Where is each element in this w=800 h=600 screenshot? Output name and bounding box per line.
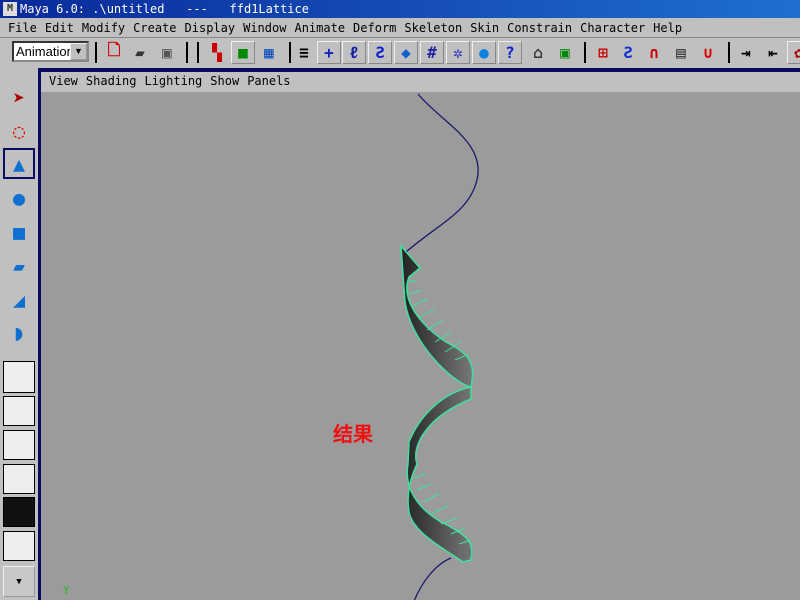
viewport-canvas[interactable]: Y 结果 bbox=[41, 92, 800, 600]
result-annotation: 结果 bbox=[333, 422, 373, 446]
lock-icon[interactable]: ⌂ bbox=[526, 41, 550, 64]
menu-skeleton[interactable]: Skeleton bbox=[400, 18, 466, 37]
panel-menu-show[interactable]: Show bbox=[206, 72, 243, 90]
persp-graph-layout-button[interactable] bbox=[3, 464, 35, 494]
lattice-icon[interactable]: # bbox=[420, 41, 444, 64]
window-title: Maya 6.0: .\untitled --- ffd1Lattice bbox=[20, 2, 309, 16]
hypergraph-persp-layout-button[interactable] bbox=[3, 497, 35, 527]
four-pane-layout-button[interactable] bbox=[3, 396, 35, 426]
menu-animate[interactable]: Animate bbox=[290, 18, 349, 37]
move-tool-icon[interactable]: ▲ bbox=[3, 148, 35, 179]
scale-tool-icon[interactable]: ■ bbox=[3, 216, 35, 247]
menu-character[interactable]: Character bbox=[576, 18, 649, 37]
snap-live-icon[interactable]: ∪ bbox=[696, 41, 720, 64]
panel-menu-lighting[interactable]: Lighting bbox=[140, 72, 206, 90]
panel-menu-view[interactable]: View bbox=[45, 72, 82, 90]
snap-point-icon[interactable]: ∩ bbox=[642, 41, 666, 64]
manipulator-icon[interactable]: ▰ bbox=[3, 250, 35, 281]
panel-menu-bar: View Shading Lighting Show Panels bbox=[41, 72, 800, 90]
input-icon[interactable]: ⇥ bbox=[734, 41, 758, 64]
custom-layout-button[interactable] bbox=[3, 531, 35, 561]
select-component-icon[interactable]: ▦ bbox=[257, 41, 281, 64]
snap-plane-icon[interactable]: ▤ bbox=[669, 41, 693, 64]
open-scene-icon[interactable]: ▰ bbox=[128, 41, 152, 64]
single-pane-layout-button[interactable] bbox=[3, 361, 35, 393]
divider bbox=[186, 42, 188, 63]
path-curve bbox=[405, 93, 479, 253]
panel-menu-panels[interactable]: Panels bbox=[243, 72, 294, 90]
sphere-icon[interactable]: ● bbox=[472, 41, 496, 64]
render-icon[interactable]: ✿ bbox=[787, 41, 800, 64]
save-scene-icon[interactable]: ▣ bbox=[155, 41, 179, 64]
output-icon[interactable]: ⇤ bbox=[761, 41, 785, 64]
title-bar: M Maya 6.0: .\untitled --- ffd1Lattice bbox=[0, 0, 800, 18]
maya-logo-icon: M bbox=[3, 2, 17, 16]
joint-icon[interactable]: ℓ bbox=[342, 41, 366, 64]
helix-scene: Y bbox=[63, 93, 479, 600]
menu-display[interactable]: Display bbox=[181, 18, 240, 37]
menu-deform[interactable]: Deform bbox=[349, 18, 400, 37]
lasso-tool-icon[interactable]: ◌ bbox=[3, 115, 35, 146]
snap-toggle-icon[interactable]: ≡ bbox=[292, 41, 316, 64]
panel-menu-shading[interactable]: Shading bbox=[82, 72, 141, 90]
snap-curve-icon[interactable]: Ƨ bbox=[616, 41, 640, 64]
select-hierarchy-icon[interactable]: ▚ bbox=[205, 41, 229, 64]
menu-bar: File Edit Modify Create Display Window A… bbox=[0, 18, 800, 38]
help-icon[interactable]: ? bbox=[498, 41, 522, 64]
viewport-panel: View Shading Lighting Show Panels Y 结果 bbox=[38, 68, 800, 600]
divider bbox=[289, 42, 291, 63]
new-scene-icon[interactable]: 🗋 bbox=[102, 40, 126, 64]
select-object-icon[interactable]: ■ bbox=[231, 41, 255, 64]
path-curve-bottom bbox=[413, 557, 452, 600]
menu-set-value: Animation bbox=[16, 44, 74, 59]
rotate-tool-icon[interactable]: ● bbox=[3, 182, 35, 213]
curve-icon[interactable]: Ƨ bbox=[368, 41, 392, 64]
add-icon[interactable]: + bbox=[317, 41, 341, 64]
light-icon[interactable]: ✲ bbox=[446, 41, 470, 64]
menu-skin[interactable]: Skin bbox=[466, 18, 503, 37]
menu-create[interactable]: Create bbox=[129, 18, 180, 37]
divider bbox=[197, 42, 199, 63]
menu-window[interactable]: Window bbox=[239, 18, 290, 37]
divider bbox=[728, 42, 730, 63]
outliner-persp-layout-button[interactable] bbox=[3, 430, 35, 460]
chevron-down-icon[interactable]: ▼ bbox=[70, 43, 87, 60]
divider bbox=[584, 42, 586, 63]
menu-constrain[interactable]: Constrain bbox=[503, 18, 576, 37]
toolbox: ➤ ◌ ▲ ● ■ ▰ ◢ ◗ ▼ bbox=[0, 80, 37, 600]
axis-indicator-icon: Y bbox=[63, 584, 70, 597]
select-highlight-icon[interactable]: ▣ bbox=[553, 41, 577, 64]
menu-edit[interactable]: Edit bbox=[41, 18, 78, 37]
snap-grid-icon[interactable]: ⊞ bbox=[591, 41, 615, 64]
last-tool-icon[interactable]: ◗ bbox=[3, 318, 35, 349]
menu-file[interactable]: File bbox=[4, 18, 41, 37]
menu-set-dropdown[interactable]: Animation ▼ bbox=[12, 41, 89, 62]
surface-icon[interactable]: ◆ bbox=[394, 41, 418, 64]
menu-modify[interactable]: Modify bbox=[78, 18, 129, 37]
soft-mod-icon[interactable]: ◢ bbox=[3, 284, 35, 315]
status-line: Animation ▼ 🗋 ▰ ▣ ▚ ■ ▦ ≡ + ℓ Ƨ ◆ # ✲ ● ?… bbox=[0, 39, 800, 66]
layout-menu-button[interactable]: ▼ bbox=[3, 566, 35, 597]
select-tool-icon[interactable]: ➤ bbox=[3, 82, 35, 113]
menu-help[interactable]: Help bbox=[649, 18, 686, 37]
divider bbox=[95, 42, 97, 63]
